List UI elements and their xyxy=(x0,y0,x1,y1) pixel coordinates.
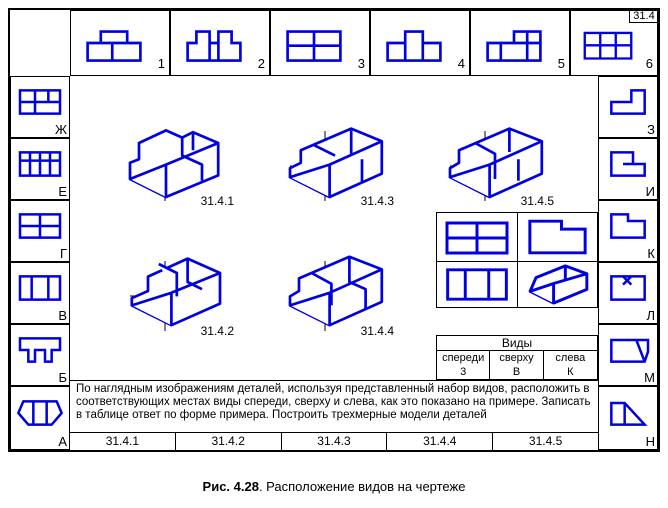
cell-letter: Е xyxy=(58,184,67,199)
front-view-icon xyxy=(477,21,551,65)
cell-letter: А xyxy=(58,434,67,449)
cell-letter: Н xyxy=(646,434,655,449)
answer-cell: 31.4.1 xyxy=(70,433,176,450)
front-view-icon xyxy=(177,21,251,65)
side-view-icon xyxy=(603,271,653,305)
iso-label: 31.4.2 xyxy=(201,324,234,338)
iso-part-4: 31.4.4 xyxy=(270,246,400,336)
cell-letter: Г xyxy=(60,246,67,261)
cell-number: 6 xyxy=(646,56,653,71)
task-text: По наглядным изображениям деталей, испол… xyxy=(70,380,598,432)
answer-cell: 31.4.4 xyxy=(387,433,493,450)
cell-number: 3 xyxy=(358,56,365,71)
cell-number: 4 xyxy=(458,56,465,71)
left-view-v: В xyxy=(10,262,70,324)
views-header: спереди xyxy=(437,351,490,365)
top-view-icon xyxy=(15,85,65,119)
views-header: слева xyxy=(544,351,597,365)
front-view-icon xyxy=(577,21,639,65)
iso-label: 31.4.3 xyxy=(361,194,394,208)
cell-letter: Ж xyxy=(55,122,67,137)
front-view-icon xyxy=(77,21,151,65)
cell-letter: Б xyxy=(58,370,67,385)
caption-number: Рис. 4.28 xyxy=(203,479,259,494)
left-view-g: Г xyxy=(10,200,70,262)
front-view-icon xyxy=(377,21,451,65)
views-answer: 3 xyxy=(437,365,490,379)
top-view-1: 1 xyxy=(70,10,170,76)
cell-letter: В xyxy=(58,308,67,323)
cell-letter: М xyxy=(644,370,655,385)
answer-cell: 31.4.3 xyxy=(282,433,388,450)
cell-number: 5 xyxy=(558,56,565,71)
central-workspace: 31.4.1 31.4.2 31.4.3 31.4.4 31.4.5 Виды xyxy=(70,76,598,450)
side-view-icon xyxy=(603,395,653,431)
top-view-icon xyxy=(15,147,65,181)
iso-label: 31.4.1 xyxy=(201,194,234,208)
top-view-icon xyxy=(15,333,65,367)
front-view-icon xyxy=(277,21,351,65)
right-view-i: И xyxy=(598,138,658,200)
figure-caption: Рис. 4.28. Расположение видов на чертеже xyxy=(0,479,668,494)
caption-text: . Расположение видов на чертеже xyxy=(259,479,466,494)
iso-part-1: 31.4.1 xyxy=(110,116,240,206)
left-view-e: Е xyxy=(10,138,70,200)
side-view-icon xyxy=(603,333,653,367)
right-view-m: М xyxy=(598,324,658,386)
views-table-title: Виды xyxy=(437,336,597,351)
iso-part-2: 31.4.2 xyxy=(110,246,240,336)
top-view-icon xyxy=(15,395,65,431)
side-view-icon xyxy=(603,85,653,119)
iso-part-5: 31.4.5 xyxy=(430,116,560,206)
top-view-icon xyxy=(15,209,65,243)
answer-strip: 31.4.1 31.4.2 31.4.3 31.4.4 31.4.5 xyxy=(70,432,598,450)
views-header: сверху xyxy=(490,351,543,365)
views-answer: К xyxy=(544,365,597,379)
top-view-2: 2 xyxy=(170,10,270,76)
drawing-frame: 31.4 1 2 3 4 5 6 Ж Е Г В Б xyxy=(8,8,660,452)
side-view-icon xyxy=(603,209,653,243)
answer-cell: 31.4.2 xyxy=(176,433,282,450)
cell-letter: З xyxy=(647,122,655,137)
cell-letter: И xyxy=(646,184,655,199)
side-view-icon xyxy=(603,147,653,181)
left-view-b: Б xyxy=(10,324,70,386)
right-view-k: К xyxy=(598,200,658,262)
iso-label: 31.4.5 xyxy=(521,194,554,208)
right-view-l: Л xyxy=(598,262,658,324)
cell-letter: Л xyxy=(646,308,655,323)
cell-number: 2 xyxy=(258,56,265,71)
left-view-a: А xyxy=(10,386,70,450)
top-view-4: 4 xyxy=(370,10,470,76)
top-view-icon xyxy=(15,271,65,305)
iso-label: 31.4.4 xyxy=(361,324,394,338)
top-view-6: 6 xyxy=(570,10,658,76)
answer-cell: 31.4.5 xyxy=(493,433,598,450)
views-answer: В xyxy=(490,365,543,379)
right-view-n: Н xyxy=(598,386,658,450)
top-view-3: 3 xyxy=(270,10,370,76)
top-view-5: 5 xyxy=(470,10,570,76)
left-view-zh: Ж xyxy=(10,76,70,138)
right-view-z: З xyxy=(598,76,658,138)
cell-letter: К xyxy=(647,246,655,261)
views-table: Виды спереди сверху слева 3 В К xyxy=(436,335,598,380)
cell-number: 1 xyxy=(158,56,165,71)
iso-part-3: 31.4.3 xyxy=(270,116,400,206)
example-block xyxy=(436,212,598,308)
